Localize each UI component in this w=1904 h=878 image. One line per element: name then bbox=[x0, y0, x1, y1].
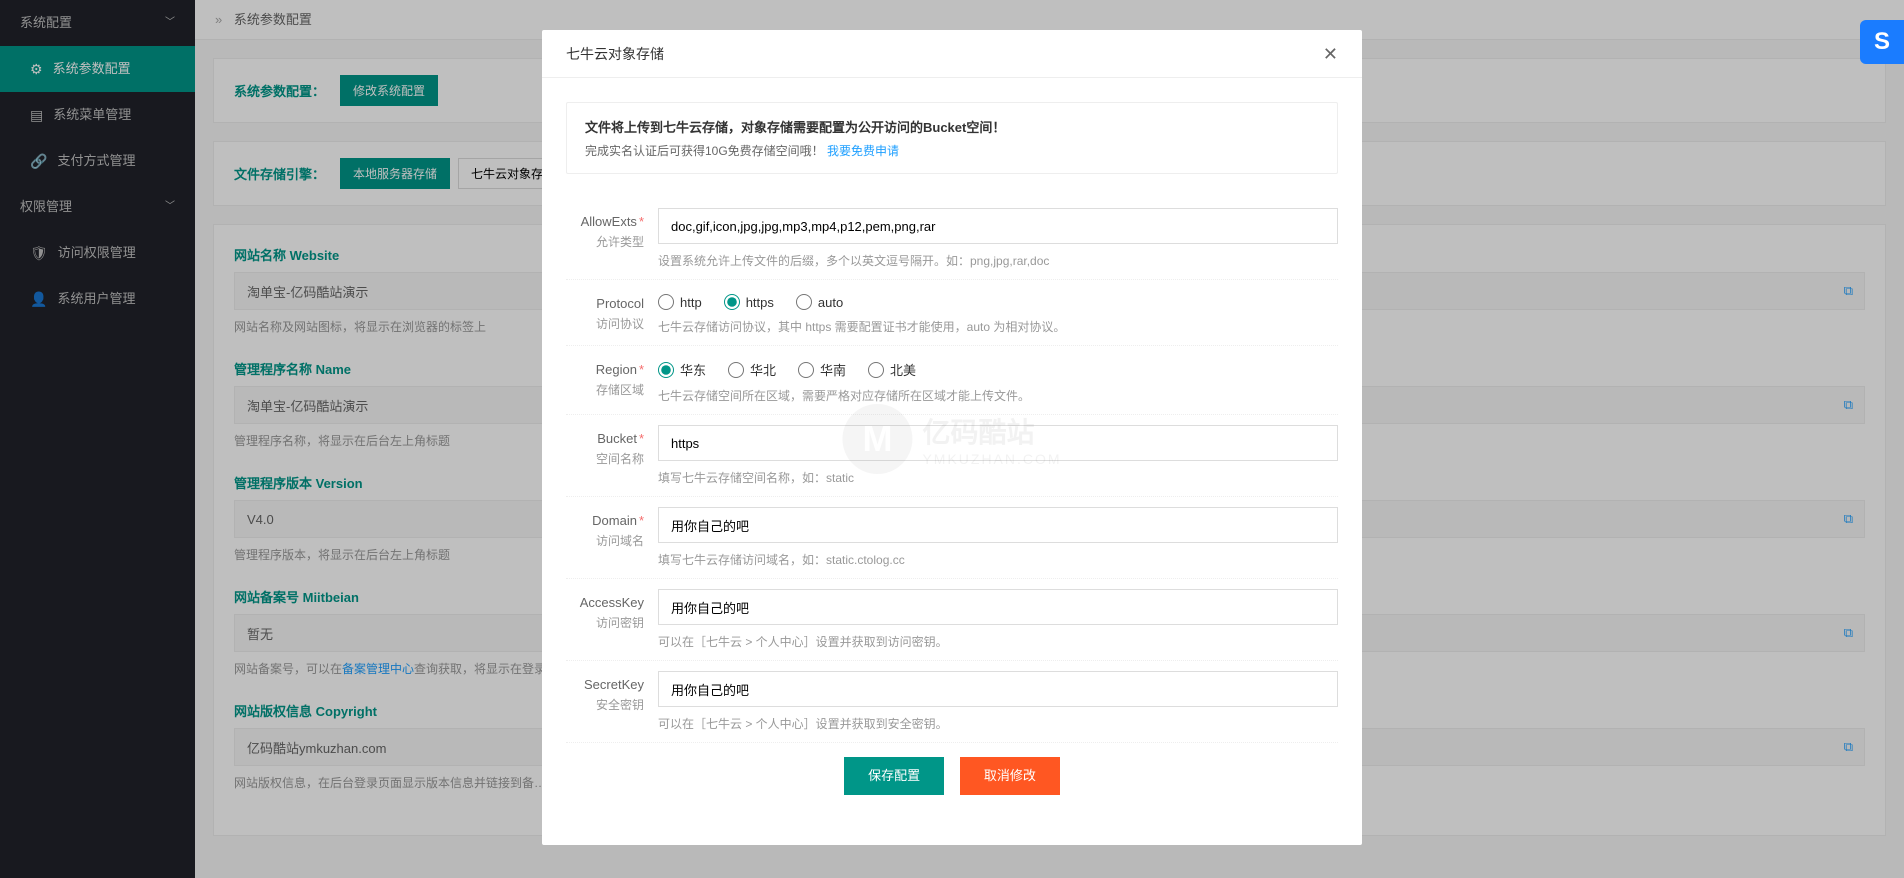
radio-option[interactable]: 华东 bbox=[658, 360, 706, 379]
apply-link[interactable]: 我要免费申请 bbox=[827, 144, 899, 158]
field-sublabel: 空间名称 bbox=[566, 450, 658, 467]
info-box: 文件将上传到七牛云存储，对象存储需要配置为公开访问的Bucket空间！ 完成实名… bbox=[566, 102, 1338, 174]
radio-option[interactable]: auto bbox=[796, 294, 843, 310]
field-sublabel: 访问域名 bbox=[566, 532, 658, 549]
field-label: Region* bbox=[566, 356, 658, 377]
radio-option[interactable]: http bbox=[658, 294, 702, 310]
modal-input[interactable] bbox=[658, 589, 1338, 625]
modal-input[interactable] bbox=[658, 507, 1338, 543]
modal-header: 七牛云对象存储 ✕ bbox=[542, 30, 1362, 78]
field-sublabel: 允许类型 bbox=[566, 233, 658, 250]
field-label: SecretKey bbox=[566, 671, 658, 692]
field-label: Domain* bbox=[566, 507, 658, 528]
cancel-button[interactable]: 取消修改 bbox=[960, 757, 1060, 795]
field-desc: 设置系统允许上传文件的后缀，多个以英文逗号隔开。如：png,jpg,rar,do… bbox=[658, 252, 1338, 269]
modal-footer: 保存配置 取消修改 bbox=[566, 743, 1338, 821]
field-desc: 填写七牛云存储空间名称，如：static bbox=[658, 469, 1338, 486]
radio-option[interactable]: 北美 bbox=[868, 360, 916, 379]
modal: 七牛云对象存储 ✕ 文件将上传到七牛云存储，对象存储需要配置为公开访问的Buck… bbox=[542, 30, 1362, 845]
info-sub: 完成实名认证后可获得10G免费存储空间哦！ 我要免费申请 bbox=[585, 142, 1319, 159]
field-sublabel: 安全密钥 bbox=[566, 696, 658, 713]
radio-group: 华东 华北 华南 北美 bbox=[658, 356, 1338, 379]
modal-input[interactable] bbox=[658, 425, 1338, 461]
modal-input[interactable] bbox=[658, 671, 1338, 707]
field-desc: 七牛云存储访问协议，其中 https 需要配置证书才能使用，auto 为相对协议… bbox=[658, 318, 1338, 335]
modal-input[interactable] bbox=[658, 208, 1338, 244]
field-desc: 可以在［七牛云 > 个人中心］设置并获取到安全密钥。 bbox=[658, 715, 1338, 732]
close-icon[interactable]: ✕ bbox=[1323, 30, 1338, 78]
save-button[interactable]: 保存配置 bbox=[844, 757, 944, 795]
field-desc: 可以在［七牛云 > 个人中心］设置并获取到访问密钥。 bbox=[658, 633, 1338, 650]
field-sublabel: 访问密钥 bbox=[566, 614, 658, 631]
field-label: Bucket* bbox=[566, 425, 658, 446]
modal-body: 文件将上传到七牛云存储，对象存储需要配置为公开访问的Bucket空间！ 完成实名… bbox=[542, 78, 1362, 845]
field-label: AllowExts* bbox=[566, 208, 658, 229]
radio-option[interactable]: https bbox=[724, 294, 774, 310]
modal-title: 七牛云对象存储 bbox=[566, 30, 664, 78]
field-sublabel: 存储区域 bbox=[566, 381, 658, 398]
modal-overlay: 七牛云对象存储 ✕ 文件将上传到七牛云存储，对象存储需要配置为公开访问的Buck… bbox=[0, 0, 1904, 878]
field-label: AccessKey bbox=[566, 589, 658, 610]
field-desc: 填写七牛云存储访问域名，如：static.ctolog.cc bbox=[658, 551, 1338, 568]
float-badge[interactable]: S bbox=[1860, 20, 1904, 64]
info-title: 文件将上传到七牛云存储，对象存储需要配置为公开访问的Bucket空间！ bbox=[585, 117, 1319, 136]
radio-option[interactable]: 华北 bbox=[728, 360, 776, 379]
radio-option[interactable]: 华南 bbox=[798, 360, 846, 379]
field-desc: 七牛云存储空间所在区域，需要严格对应存储所在区域才能上传文件。 bbox=[658, 387, 1338, 404]
radio-group: http https auto bbox=[658, 290, 1338, 310]
field-sublabel: 访问协议 bbox=[566, 315, 658, 332]
field-label: Protocol bbox=[566, 290, 658, 311]
